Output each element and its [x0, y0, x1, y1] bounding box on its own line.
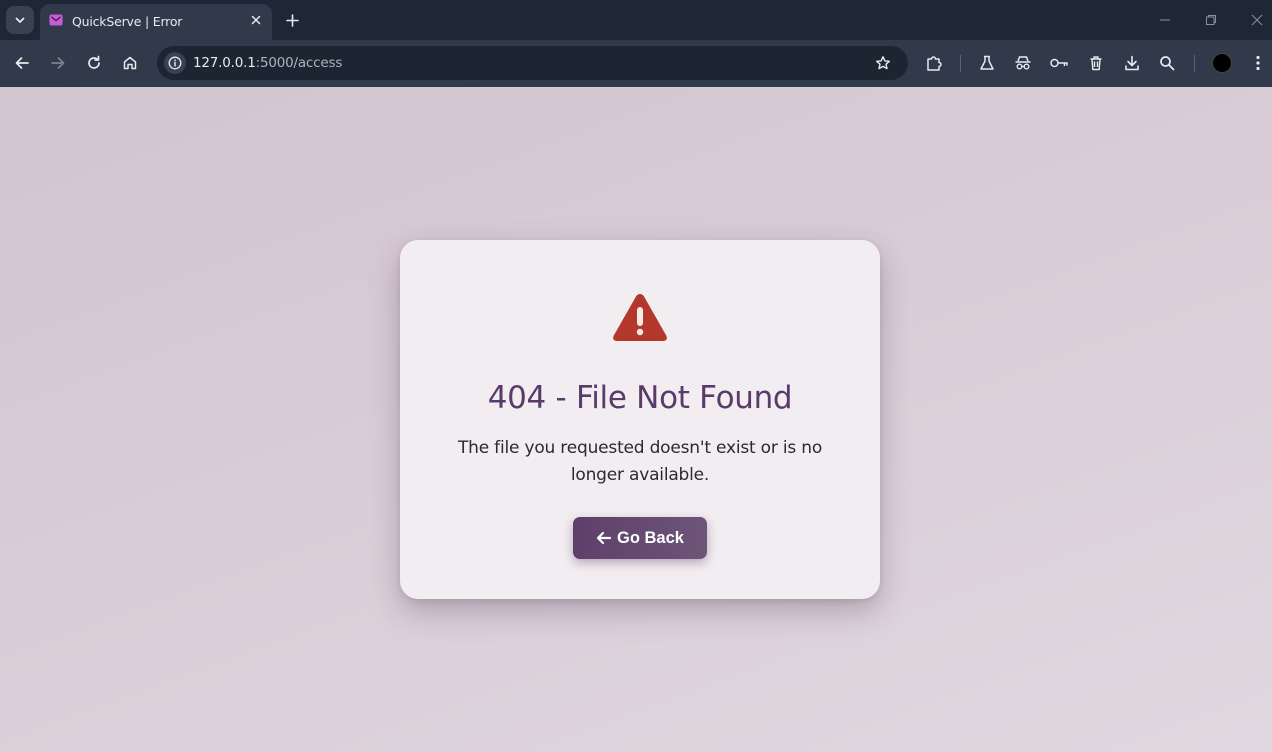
home-button[interactable]	[118, 51, 142, 75]
more-vertical-icon	[1256, 55, 1260, 71]
go-back-button[interactable]: Go Back	[573, 517, 707, 559]
back-button[interactable]	[10, 51, 34, 75]
browser-toolbar: 127.0.0.1:5000/access	[0, 40, 1272, 87]
restore-icon	[1206, 15, 1216, 25]
profile-avatar[interactable]	[1212, 53, 1232, 73]
plus-icon	[285, 13, 299, 27]
passwords-button[interactable]	[1047, 51, 1071, 75]
url-path: :5000/access	[255, 55, 343, 71]
error-title: 404 - File Not Found	[487, 380, 793, 416]
reload-button[interactable]	[82, 51, 106, 75]
search-icon	[1160, 56, 1175, 71]
minimize-icon	[1160, 19, 1170, 21]
bookmark-button[interactable]	[873, 53, 893, 73]
toolbar-divider	[960, 55, 961, 72]
incognito-icon	[1015, 56, 1031, 70]
site-info-button[interactable]	[164, 52, 186, 74]
downloads-button[interactable]	[1120, 51, 1144, 75]
toolbar-divider	[1194, 55, 1195, 72]
home-icon	[123, 56, 137, 70]
restore-button[interactable]	[1199, 8, 1223, 32]
labs-button[interactable]	[975, 51, 999, 75]
close-icon	[251, 15, 261, 25]
error-card: 404 - File Not Found The file you reques…	[400, 240, 880, 599]
mail-favicon-icon	[49, 14, 63, 26]
trash-icon	[1090, 56, 1102, 71]
arrow-left-icon	[15, 57, 29, 69]
forward-button[interactable]	[46, 51, 70, 75]
minimize-button[interactable]	[1153, 8, 1177, 32]
page-background: 404 - File Not Found The file you reques…	[0, 87, 1272, 752]
tab-title: QuickServe | Error	[72, 14, 183, 29]
info-icon	[168, 56, 182, 70]
warning-triangle-icon	[613, 294, 667, 341]
arrow-right-icon	[51, 57, 65, 69]
chevron-down-icon	[15, 17, 25, 23]
url-host: 127.0.0.1	[193, 55, 256, 71]
star-icon	[876, 56, 890, 70]
arrow-left-icon	[596, 531, 612, 545]
delete-button[interactable]	[1084, 51, 1108, 75]
tab-strip: QuickServe | Error	[0, 0, 1272, 40]
flask-icon	[980, 55, 994, 70]
url-text[interactable]: 127.0.0.1:5000/access	[193, 55, 342, 71]
error-message: The file you requested doesn't exist or …	[457, 438, 823, 485]
go-back-label: Go Back	[617, 528, 684, 547]
puzzle-icon	[927, 56, 942, 71]
search-button[interactable]	[1155, 51, 1179, 75]
incognito-button[interactable]	[1011, 51, 1035, 75]
extensions-button[interactable]	[922, 51, 946, 75]
menu-button[interactable]	[1246, 51, 1270, 75]
close-window-button[interactable]	[1245, 8, 1269, 32]
address-bar[interactable]: 127.0.0.1:5000/access	[157, 46, 908, 80]
tab-search-button[interactable]	[6, 6, 34, 34]
download-icon	[1125, 55, 1139, 71]
new-tab-button[interactable]	[282, 10, 302, 30]
reload-icon	[88, 55, 100, 69]
active-tab[interactable]: QuickServe | Error	[40, 4, 272, 40]
tab-close-button[interactable]	[248, 12, 264, 28]
close-window-icon	[1251, 14, 1263, 26]
key-icon	[1050, 58, 1068, 68]
